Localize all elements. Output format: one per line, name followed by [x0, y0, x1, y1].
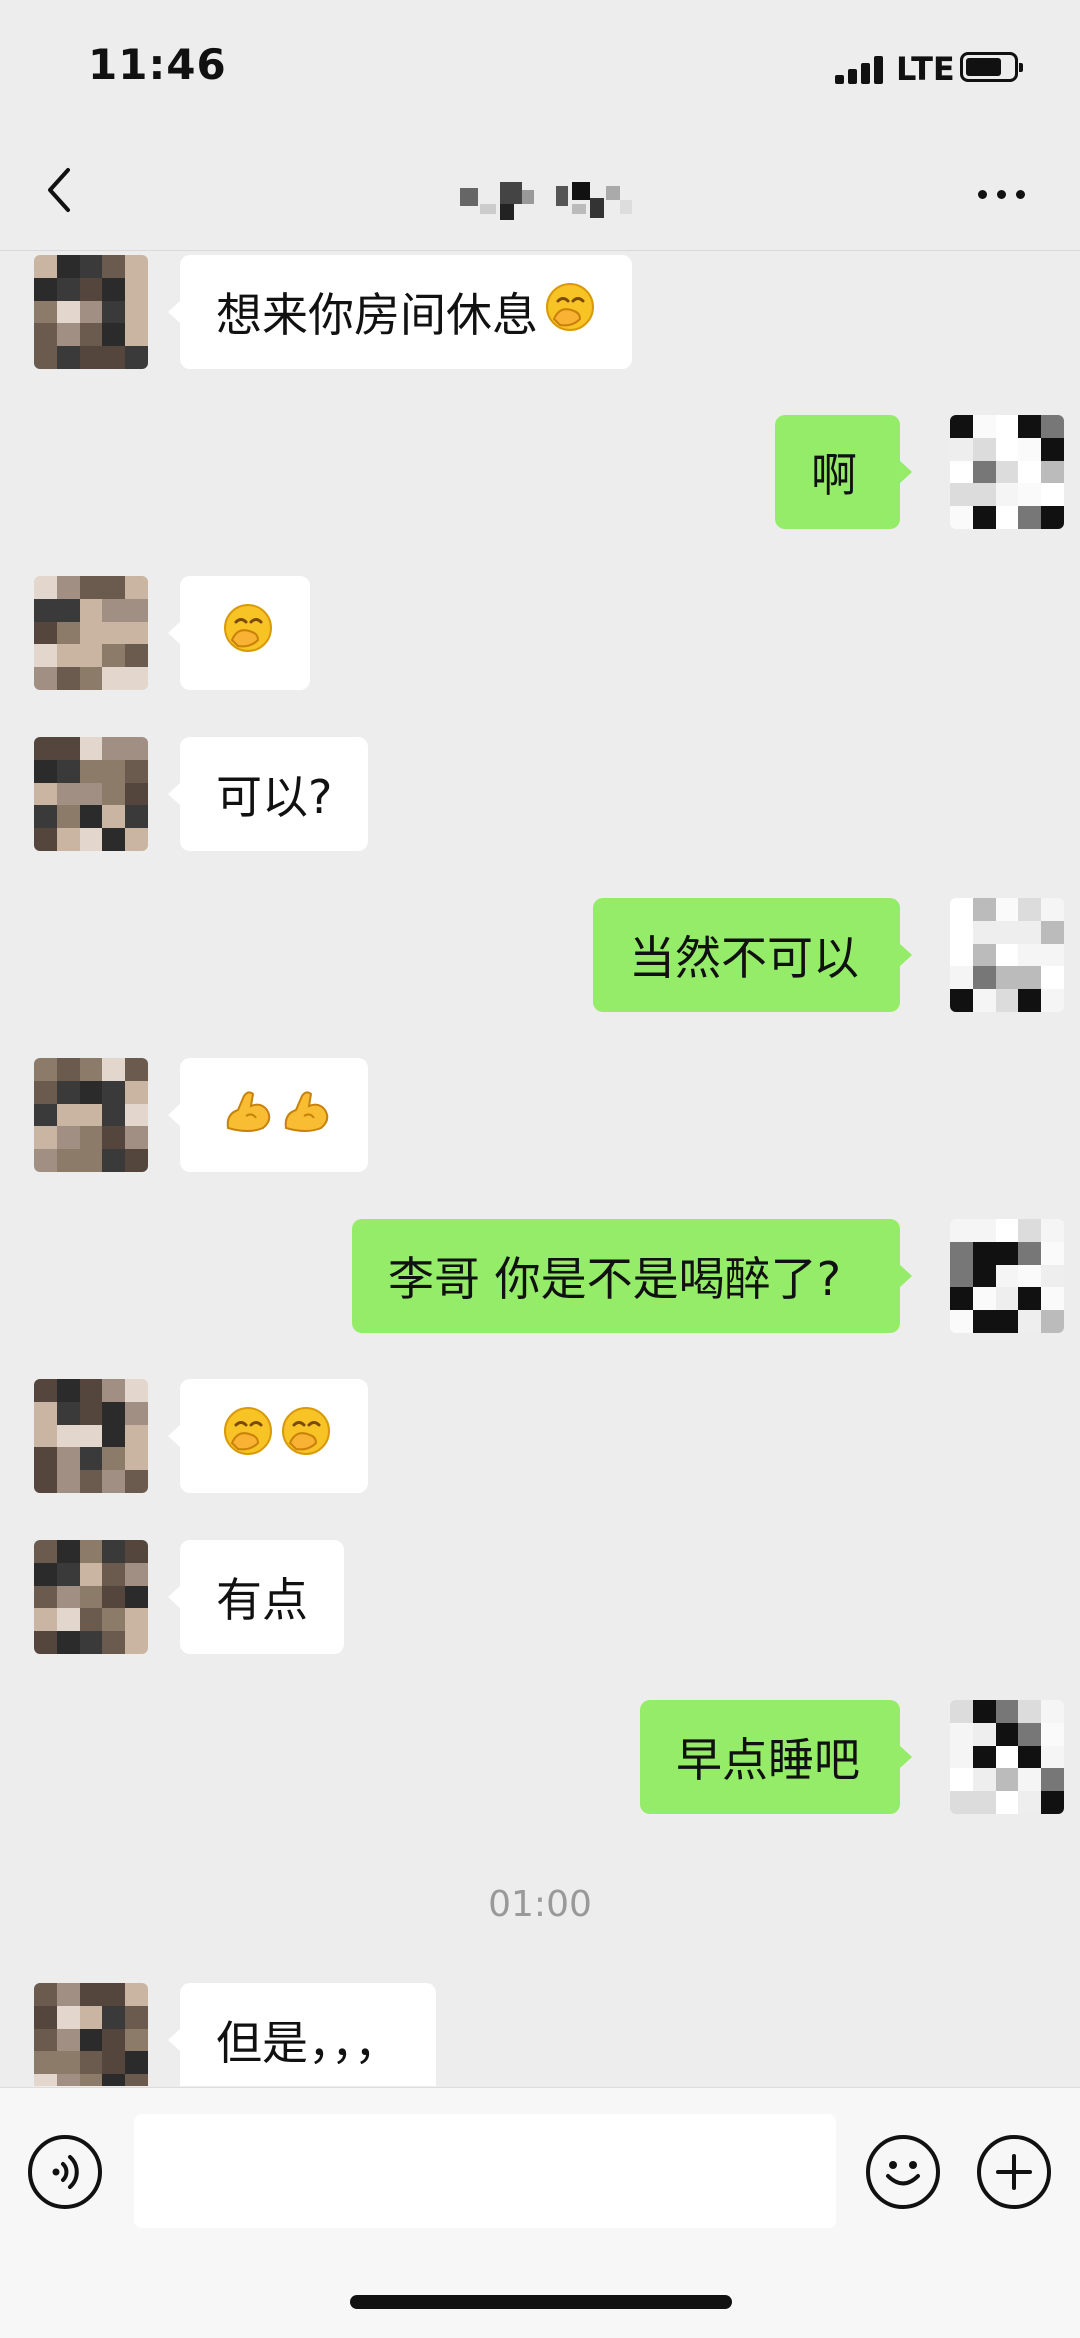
voice-button[interactable]	[28, 2135, 102, 2209]
face-with-hand-over-mouth-icon	[222, 602, 274, 665]
message-bubble[interactable]: 啊	[775, 415, 912, 529]
message-bubble[interactable]	[168, 1379, 368, 1493]
battery-level	[966, 58, 1001, 76]
chevron-left-icon	[48, 168, 70, 212]
message-list[interactable]: 想来你房间休息 啊 可以? 当然不可以 李哥 你是不是喝醉了? 有点 早点睡吧 …	[0, 251, 1080, 2086]
message-bubble[interactable]: 但是，，，	[168, 1983, 436, 2086]
avatar[interactable]	[950, 1700, 1064, 1814]
message-text: 早点睡吧	[676, 1733, 860, 1787]
network-type: LTE	[896, 50, 955, 88]
avatar[interactable]	[950, 1219, 1064, 1333]
plus-icon	[996, 2154, 1032, 2190]
more-dots-icon	[978, 190, 987, 199]
avatar[interactable]	[34, 576, 148, 690]
status-time: 11:46	[88, 40, 227, 89]
avatar[interactable]	[950, 415, 1064, 529]
signal-strength-icon	[835, 56, 887, 84]
home-indicator[interactable]	[350, 2295, 732, 2309]
more-actions-button[interactable]	[977, 2135, 1051, 2209]
more-dot	[1016, 190, 1025, 199]
status-bar: 11:46 LTE	[0, 0, 1080, 130]
avatar[interactable]	[950, 898, 1064, 1012]
message-text: 但是，，，	[216, 2016, 400, 2070]
time-divider: 01:00	[488, 1884, 592, 1925]
avatar[interactable]	[34, 1540, 148, 1654]
battery-icon	[960, 52, 1023, 82]
message-input[interactable]	[134, 2114, 836, 2228]
input-bar	[0, 2087, 1080, 2338]
chat-header	[0, 130, 1080, 251]
message-bubble[interactable]: 早点睡吧	[640, 1700, 912, 1814]
smiley-icon	[886, 2161, 920, 2186]
face-with-hand-over-mouth-icon	[222, 1405, 274, 1468]
avatar[interactable]	[34, 1058, 148, 1172]
more-dot	[997, 190, 1006, 199]
back-button[interactable]	[40, 164, 80, 216]
message-bubble[interactable]	[168, 576, 310, 690]
message-text: 想来你房间休息	[216, 288, 538, 342]
avatar[interactable]	[34, 1379, 148, 1493]
flexed-biceps-icon	[280, 1084, 332, 1147]
emoji-button[interactable]	[866, 2135, 940, 2209]
message-text: 啊	[811, 448, 857, 502]
chat-title-pixelated	[460, 182, 660, 222]
face-with-hand-over-mouth-icon	[280, 1405, 332, 1468]
message-text: 李哥 你是不是喝醉了?	[388, 1252, 842, 1306]
message-bubble[interactable]: 可以?	[167, 737, 369, 851]
more-options-button[interactable]	[972, 174, 1032, 214]
voice-icon	[52, 2155, 79, 2189]
message-text: 有点	[216, 1573, 308, 1627]
message-bubble[interactable]: 有点	[168, 1540, 344, 1654]
message-bubble[interactable]: 想来你房间休息	[168, 255, 632, 369]
message-bubble[interactable]: 当然不可以	[593, 898, 912, 1012]
avatar[interactable]	[34, 1983, 148, 2086]
avatar[interactable]	[34, 255, 148, 369]
message-bubble[interactable]: 李哥 你是不是喝醉了?	[352, 1219, 912, 1333]
message-text: 当然不可以	[629, 931, 859, 985]
avatar[interactable]	[34, 737, 148, 851]
face-with-hand-over-mouth-icon	[544, 281, 596, 344]
message-bubble[interactable]	[168, 1058, 368, 1172]
message-text: 可以?	[216, 770, 333, 824]
flexed-biceps-icon	[222, 1084, 274, 1147]
